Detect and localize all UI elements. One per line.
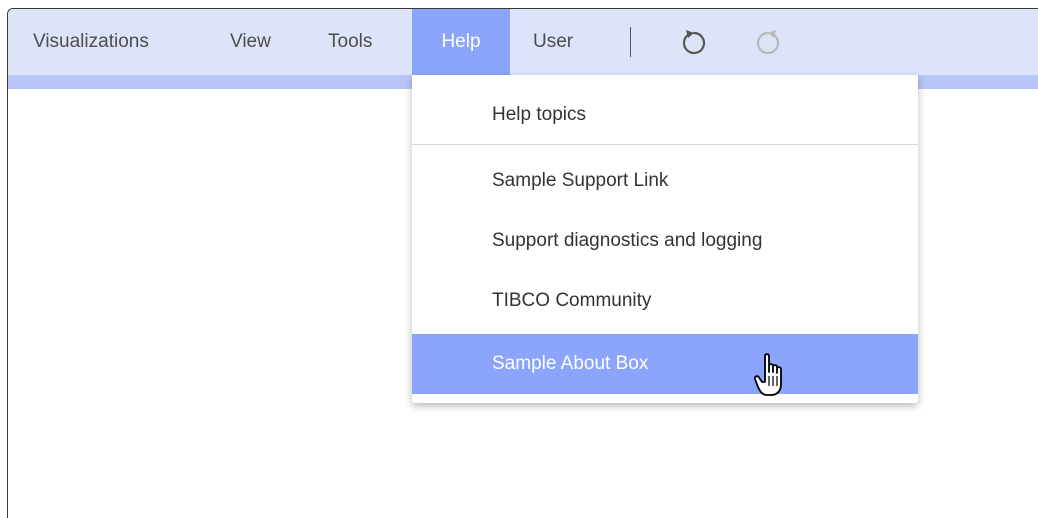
- menu-help[interactable]: Help: [412, 9, 510, 75]
- menu-tools[interactable]: Tools: [328, 9, 372, 75]
- menu-bar: [8, 9, 1038, 75]
- menu-user[interactable]: User: [533, 9, 573, 75]
- help-dropdown-menu: Help topics Sample Support Link Support …: [412, 75, 918, 403]
- undo-icon[interactable]: [678, 26, 710, 58]
- tibco-community-item[interactable]: TIBCO Community: [412, 271, 918, 331]
- menu-visualizations[interactable]: Visualizations: [33, 9, 149, 75]
- menu-view[interactable]: View: [230, 9, 271, 75]
- sample-about-box-item[interactable]: Sample About Box: [412, 334, 918, 394]
- sample-support-link-item[interactable]: Sample Support Link: [412, 151, 918, 211]
- menu-separator: [630, 27, 631, 57]
- dropdown-divider: [412, 144, 918, 145]
- redo-icon[interactable]: [752, 26, 784, 58]
- support-diagnostics-item[interactable]: Support diagnostics and logging: [412, 211, 918, 271]
- hand-pointer-icon: [753, 352, 793, 400]
- help-topics-item[interactable]: Help topics: [412, 85, 918, 145]
